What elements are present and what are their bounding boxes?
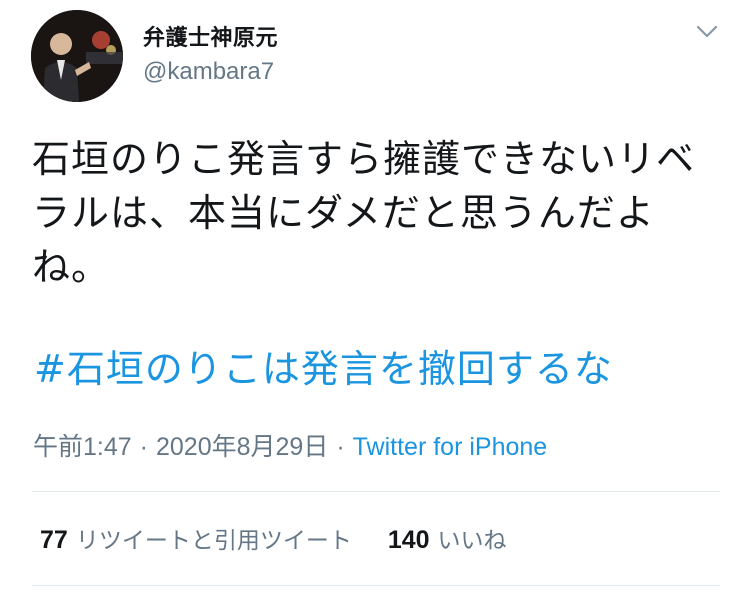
tweet-metadata: 午前1:47 · 2020年8月29日 · Twitter for iPhone xyxy=(33,427,547,463)
divider xyxy=(32,585,720,586)
avatar-photo-icon xyxy=(31,10,123,102)
likes-count: 140 xyxy=(387,526,430,554)
chevron-down-icon xyxy=(696,25,718,38)
likes-stat[interactable]: 140 いいね xyxy=(388,521,507,555)
avatar[interactable] xyxy=(31,10,123,102)
likes-label: いいね xyxy=(437,528,507,554)
display-name[interactable]: 弁護士神原元 xyxy=(143,20,278,52)
retweets-stat[interactable]: 77 リツイートと引用ツイート xyxy=(40,521,352,555)
tweet-text: 石垣のりこ発言すら擁護できないリベラルは、本当にダメだと思うんだよね。 xyxy=(32,137,696,289)
retweets-label: リツイートと引用ツイート xyxy=(75,528,352,554)
meta-separator: · xyxy=(336,433,345,461)
divider xyxy=(32,491,720,492)
tweet-time[interactable]: 午前1:47 xyxy=(33,433,132,461)
user-handle[interactable]: @kambara7 xyxy=(143,58,274,86)
tweet-source-link[interactable]: Twitter for iPhone xyxy=(353,433,548,461)
meta-separator: · xyxy=(139,433,148,461)
tweet-stats: 77 リツイートと引用ツイート 140 いいね xyxy=(40,521,507,555)
tweet-date[interactable]: 2020年8月29日 xyxy=(156,433,328,461)
hashtag-link[interactable]: #石垣のりこは発言を撤回するな xyxy=(34,344,613,394)
retweets-count: 77 xyxy=(40,526,68,554)
more-options-button[interactable] xyxy=(692,20,722,44)
tweet-card: 弁護士神原元 @kambara7 石垣のりこ発言すら擁護できないリベラルは、本当… xyxy=(0,0,750,593)
